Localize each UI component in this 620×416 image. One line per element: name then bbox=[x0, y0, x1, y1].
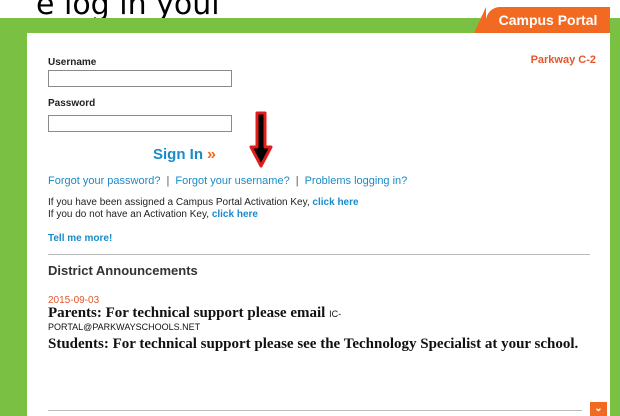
login-panel: Parkway C-2 Username Password Sign In» F… bbox=[27, 33, 610, 416]
parents-announcement: Parents: For technical support please em… bbox=[48, 305, 341, 322]
sign-in-label: Sign In bbox=[153, 146, 203, 163]
double-chevron-icon: » bbox=[207, 146, 216, 163]
divider bbox=[48, 254, 590, 255]
forgot-username-link[interactable]: Forgot your username? bbox=[175, 175, 289, 187]
link-separator: | bbox=[166, 175, 170, 187]
no-activation-click-here-link[interactable]: click here bbox=[212, 209, 258, 220]
parents-email-part2: PORTAL@PARKWAYSCHOOLS.NET bbox=[48, 322, 201, 332]
divider bbox=[48, 410, 582, 411]
students-announcement: Students: For technical support please s… bbox=[48, 336, 579, 352]
district-name: Parkway C-2 bbox=[530, 54, 596, 66]
password-label: Password bbox=[48, 98, 96, 109]
forgot-password-link[interactable]: Forgot your password? bbox=[48, 175, 161, 187]
no-activation-text: If you do not have an Activation Key, bbox=[48, 209, 210, 220]
chevron-down-icon[interactable]: ⌄ bbox=[590, 402, 607, 416]
problems-logging-in-link[interactable]: Problems logging in? bbox=[305, 175, 408, 187]
down-arrow-icon bbox=[249, 111, 273, 168]
activation-key-line: If you have been assigned a Campus Porta… bbox=[48, 197, 359, 208]
campus-portal-tab[interactable]: Campus Portal bbox=[474, 7, 610, 33]
no-activation-key-line: If you do not have an Activation Key, cl… bbox=[48, 209, 258, 220]
password-input[interactable] bbox=[48, 115, 232, 132]
activation-click-here-link[interactable]: click here bbox=[312, 197, 358, 208]
help-links: Forgot your password? | Forgot your userna… bbox=[48, 175, 407, 187]
tell-me-more-link[interactable]: Tell me more! bbox=[48, 233, 112, 244]
activation-text: If you have been assigned a Campus Porta… bbox=[48, 197, 310, 208]
parents-text: Parents: For technical support please em… bbox=[48, 305, 326, 321]
link-separator: | bbox=[295, 175, 299, 187]
sign-in-button[interactable]: Sign In» bbox=[153, 146, 216, 164]
parents-email-part1: IC- bbox=[329, 309, 342, 319]
username-label: Username bbox=[48, 57, 97, 68]
username-input[interactable] bbox=[48, 70, 232, 87]
announcements-heading: District Announcements bbox=[48, 263, 198, 278]
